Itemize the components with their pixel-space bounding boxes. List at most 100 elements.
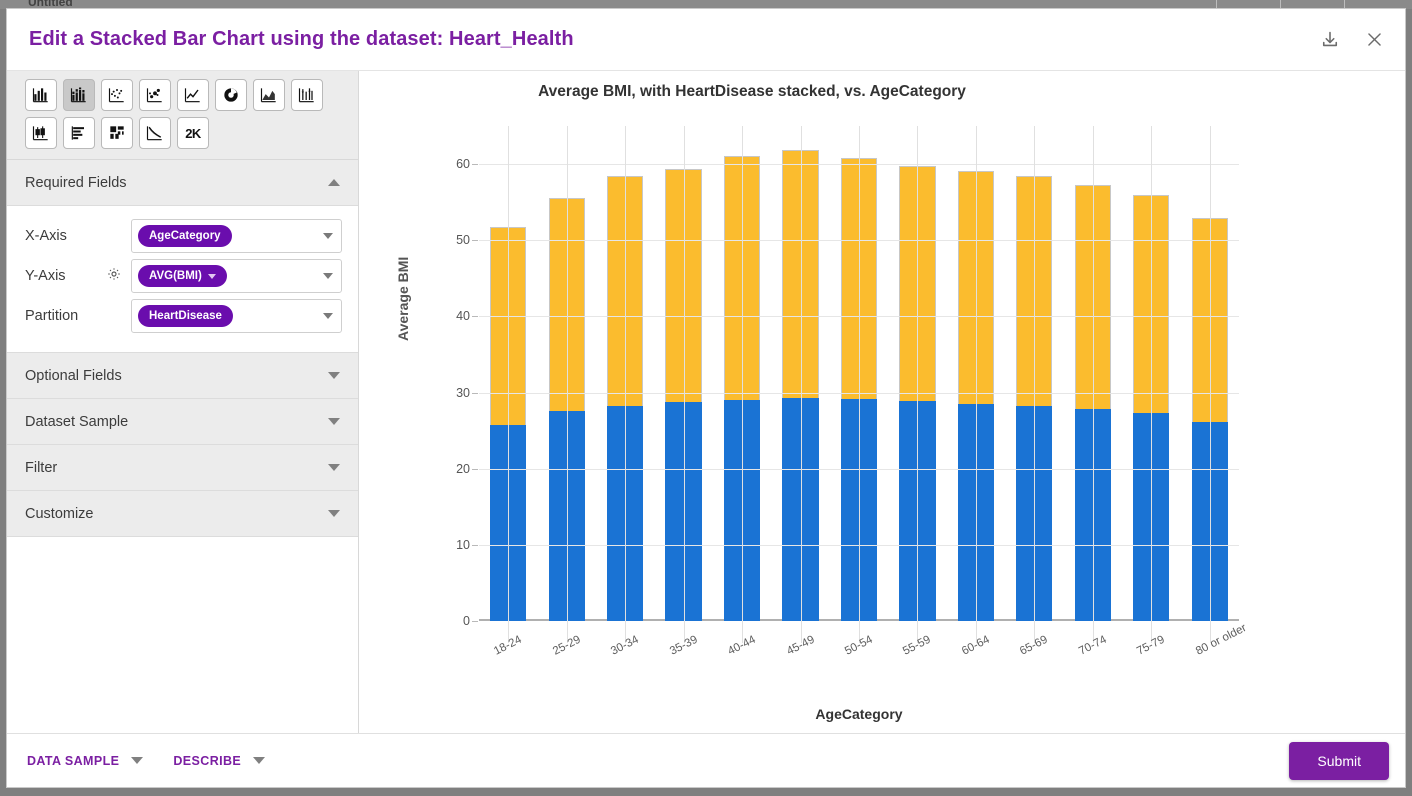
- x-axis-title: AgeCategory: [815, 706, 903, 722]
- chevron-up-icon: [328, 179, 340, 186]
- x-tick-label: 55-59: [901, 633, 934, 658]
- x-tick-line: [508, 126, 510, 643]
- y-tick-mark: [472, 240, 478, 242]
- data-sample-menu[interactable]: DATA SAMPLE: [27, 753, 144, 768]
- y-tick-mark: [472, 316, 478, 318]
- y-tick-label: 60: [456, 157, 470, 172]
- chart-type-row-1: [25, 79, 350, 111]
- edit-chart-modal: Edit a Stacked Bar Chart using the datas…: [6, 8, 1406, 788]
- data-sample-label: DATA SAMPLE: [27, 753, 120, 768]
- x-tick-line: [742, 126, 744, 643]
- x-tick-line: [625, 126, 627, 643]
- x-tick-line: [1092, 126, 1094, 643]
- submit-button[interactable]: Submit: [1289, 741, 1389, 780]
- y-axis-chip[interactable]: AVG(BMI): [138, 265, 227, 287]
- required-fields-content: X-Axis AgeCategory Y-Axis AVG(BMI) Parti…: [7, 206, 358, 353]
- y-axis-label: Y-Axis: [25, 268, 66, 284]
- chip-chevron-down-icon[interactable]: [207, 273, 216, 279]
- accordion-header-filter[interactable]: Filter: [7, 445, 358, 491]
- plot-region: 0 10 20 30 40 50 60 18-24 25-29 30-34 35-39 40-44 45…: [456, 126, 1248, 658]
- x-axis-label: X-Axis: [25, 228, 67, 244]
- two-k-icon[interactable]: 2K: [177, 117, 209, 149]
- treemap-icon[interactable]: [101, 117, 133, 149]
- x-tick-line: [1034, 126, 1036, 643]
- y-axis-select[interactable]: AVG(BMI): [131, 259, 342, 293]
- bar-chart-icon[interactable]: [25, 79, 57, 111]
- two-k-label: 2K: [185, 125, 201, 141]
- decline-curve-icon[interactable]: [139, 117, 171, 149]
- modal-footer: DATA SAMPLE DESCRIBE Submit: [7, 733, 1405, 787]
- chevron-down-icon: [131, 757, 144, 764]
- bubble-chart-icon[interactable]: [139, 79, 171, 111]
- chart-panel: Average BMI, with HeartDisease stacked, …: [359, 71, 1405, 733]
- chevron-down-icon: [323, 273, 333, 279]
- accordion-header-required-fields[interactable]: Required Fields: [7, 160, 358, 206]
- field-row-y-axis: Y-Axis AVG(BMI): [25, 256, 342, 296]
- chevron-down-icon: [328, 510, 340, 517]
- chevron-down-icon: [328, 464, 340, 471]
- stacked-bar-chart-icon[interactable]: [63, 79, 95, 111]
- y-axis-gear-slot: [97, 266, 131, 287]
- x-axis-chip-label: AgeCategory: [149, 230, 221, 242]
- accordion-header-dataset-sample[interactable]: Dataset Sample: [7, 399, 358, 445]
- x-tick-label: 65-69: [1018, 633, 1051, 658]
- horizontal-bar-chart-icon[interactable]: [63, 117, 95, 149]
- y-tick-mark: [472, 164, 478, 166]
- describe-menu[interactable]: DESCRIBE: [173, 753, 266, 768]
- describe-label: DESCRIBE: [173, 753, 242, 768]
- field-row-x-axis: X-Axis AgeCategory: [25, 216, 342, 256]
- header-actions: [1317, 27, 1387, 53]
- chart-type-toolbar: 2K: [7, 71, 358, 160]
- y-axis-chip-label: AVG(BMI): [149, 270, 202, 282]
- chevron-down-icon: [328, 372, 340, 379]
- accordion-header-customize[interactable]: Customize: [7, 491, 358, 537]
- y-tick-label: 50: [456, 233, 470, 248]
- x-tick-line: [683, 126, 685, 643]
- partition-chip-label: HeartDisease: [149, 310, 222, 322]
- y-tick-mark: [472, 468, 478, 470]
- chevron-down-icon: [323, 233, 333, 239]
- config-accordion: Required Fields X-Axis AgeCategory Y-Axi…: [7, 160, 358, 733]
- distribution-chart-icon[interactable]: [291, 79, 323, 111]
- app-root: Untitled Edit a Stacked Bar Chart using …: [0, 0, 1412, 796]
- footer-menus: DATA SAMPLE DESCRIBE: [27, 754, 1289, 768]
- chevron-down-icon: [328, 418, 340, 425]
- partition-label: Partition: [25, 308, 79, 324]
- accordion-title: Customize: [25, 505, 94, 522]
- gear-icon[interactable]: [106, 266, 122, 287]
- close-icon[interactable]: [1361, 27, 1387, 53]
- scatter-plot-icon[interactable]: [101, 79, 133, 111]
- download-icon[interactable]: [1317, 27, 1343, 53]
- modal-body: 2K Required Fields X-Axis AgeCategory Y-…: [7, 71, 1405, 733]
- accordion-title: Required Fields: [25, 174, 127, 191]
- partition-select[interactable]: HeartDisease: [131, 299, 342, 333]
- x-tick-line: [917, 126, 919, 643]
- area-chart-icon[interactable]: [253, 79, 285, 111]
- accordion-title: Filter: [25, 459, 58, 476]
- y-tick-mark: [472, 544, 478, 546]
- left-config-panel: 2K Required Fields X-Axis AgeCategory Y-…: [7, 71, 359, 733]
- x-tick-label: 80 or older: [1193, 622, 1249, 658]
- field-row-partition: Partition HeartDisease: [25, 296, 342, 336]
- y-axis-title: Average BMI: [395, 256, 411, 341]
- y-tick-mark: [472, 621, 478, 622]
- accordion-title: Optional Fields: [25, 367, 122, 384]
- x-axis-select[interactable]: AgeCategory: [131, 219, 342, 253]
- y-tick-label: 0: [463, 614, 470, 628]
- x-axis-chip[interactable]: AgeCategory: [138, 225, 232, 247]
- modal-header: Edit a Stacked Bar Chart using the datas…: [7, 9, 1405, 71]
- partition-chip[interactable]: HeartDisease: [138, 305, 233, 327]
- chevron-down-icon: [323, 313, 333, 319]
- box-plot-icon[interactable]: [25, 117, 57, 149]
- x-tick-line: [975, 126, 977, 643]
- donut-chart-icon[interactable]: [215, 79, 247, 111]
- line-chart-icon[interactable]: [177, 79, 209, 111]
- y-tick-label: 20: [456, 461, 470, 476]
- chart-area: Average BMI, with HeartDisease stacked, …: [359, 71, 1405, 733]
- chart-title-text: Average BMI, with HeartDisease stacked, …: [538, 83, 966, 100]
- accordion-header-optional-fields[interactable]: Optional Fields: [7, 353, 358, 399]
- x-tick-line: [1151, 126, 1153, 643]
- chart-type-row-2: 2K: [25, 117, 350, 149]
- chevron-down-icon: [253, 757, 266, 764]
- y-tick-mark: [472, 392, 478, 394]
